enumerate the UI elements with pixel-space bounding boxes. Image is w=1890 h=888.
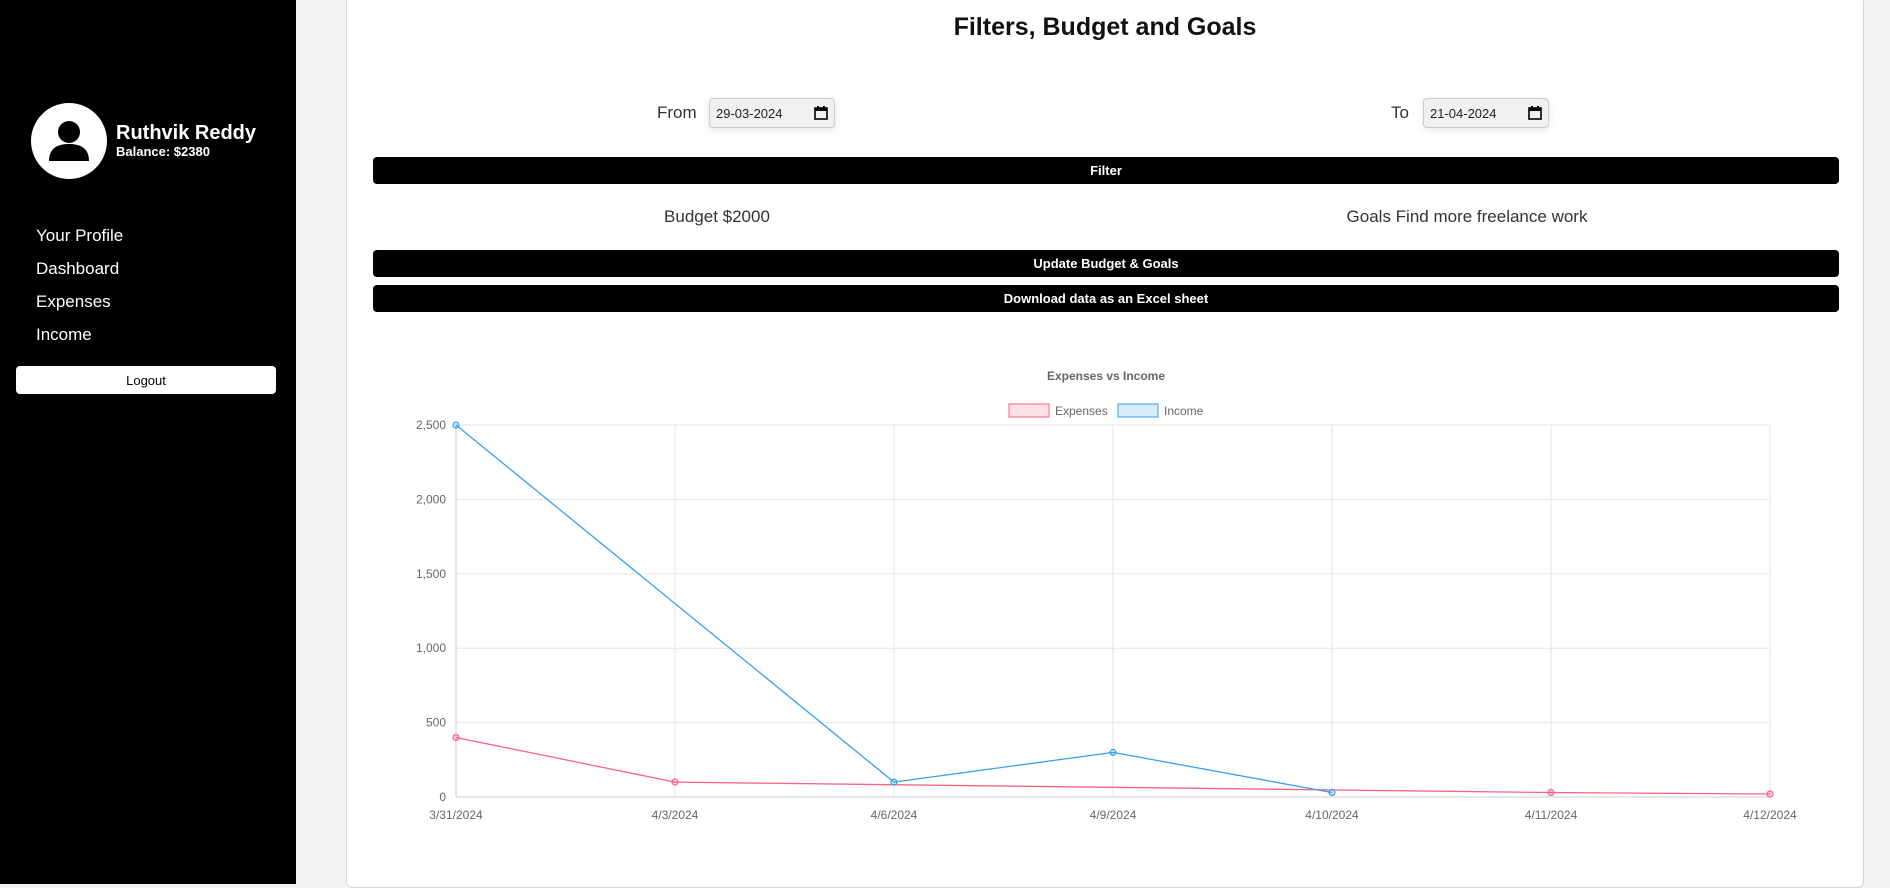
sidebar: Ruthvik Reddy Balance: $2380 Your Profil… [0,0,296,884]
chart-title: Expenses vs Income [1047,369,1165,383]
sidebar-item-dashboard[interactable]: Dashboard [36,252,123,285]
data-point-expenses[interactable] [671,778,679,786]
user-balance: Balance: $2380 [116,144,210,159]
y-tick-label: 1,000 [416,641,446,655]
x-tick-label: 4/6/2024 [871,808,918,822]
data-point-income[interactable] [1328,788,1336,797]
user-profile: Ruthvik Reddy Balance: $2380 [31,103,256,179]
chart-legend: Expenses Income [1008,403,1204,418]
y-tick-label: 1,500 [416,567,446,581]
x-tick-label: 4/10/2024 [1305,808,1359,822]
data-point-income[interactable] [890,778,898,786]
legend-swatch-expenses[interactable] [1008,403,1050,418]
x-tick-label: 4/11/2024 [1525,808,1578,822]
x-tick-label: 4/9/2024 [1090,808,1137,822]
legend-label-expenses[interactable]: Expenses [1055,404,1108,418]
sidebar-nav: Your Profile Dashboard Expenses Income [36,219,123,351]
y-tick-label: 500 [426,716,446,730]
sidebar-item-expenses[interactable]: Expenses [36,285,123,318]
data-point-income[interactable] [1109,748,1117,756]
data-point-income[interactable] [452,421,460,429]
data-point-expenses[interactable] [452,733,460,742]
x-tick-label: 4/12/2024 [1743,808,1797,822]
legend-swatch-income[interactable] [1117,403,1159,418]
y-tick-label: 0 [439,790,446,804]
y-tick-label: 2,500 [416,418,446,432]
legend-label-income[interactable]: Income [1164,404,1204,418]
logout-button[interactable]: Logout [16,366,276,394]
sidebar-item-income[interactable]: Income [36,318,123,351]
data-point-expenses[interactable] [1766,790,1774,798]
user-icon [49,121,89,161]
x-tick-label: 3/31/2024 [429,808,483,822]
main-panel: Filters, Budget and Goals From 29-03-202… [346,0,1864,888]
x-tick-label: 4/3/2024 [652,808,699,822]
y-tick-label: 2,000 [416,492,446,506]
expenses-income-chart: Expenses vs Income Expenses Income 0 500 1… [416,369,1797,822]
user-name: Ruthvik Reddy [116,122,257,144]
avatar [31,103,107,179]
data-point-expenses[interactable] [1547,788,1555,797]
sidebar-item-your-profile[interactable]: Your Profile [36,219,123,252]
